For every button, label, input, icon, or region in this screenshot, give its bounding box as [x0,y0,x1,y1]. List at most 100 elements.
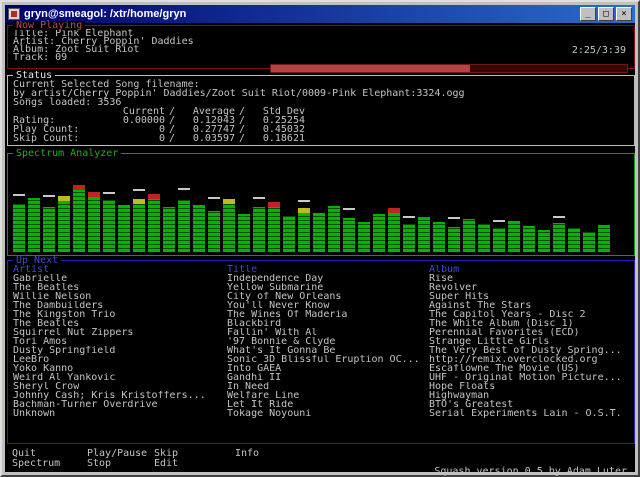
up-next-row[interactable]: Bachman-Turner OverdriveLet It RideBTO's… [8,400,634,409]
song-progress-bar[interactable] [270,64,628,73]
status-table-row: Rating:0.00000/0.12043/0.25254 [13,116,629,125]
spectrum-bar [43,195,55,252]
up-next-row[interactable]: The BeatlesYellow SubmarineRevolver [8,283,634,292]
spectrum-bar [253,197,265,252]
peak-marker [553,216,565,218]
artist-cell: Willie Nelson [13,292,227,301]
status-table-row: Play Count:0/0.27747/0.45032 [13,125,629,134]
up-next-row[interactable]: UnknownTokage NoyouniSerial Experiments … [8,409,634,418]
spectrum-bar [118,205,130,252]
spectrum-bar-fill [343,218,355,252]
now-playing-label: Now Playing [13,21,85,30]
artist-cell: The Kingston Trio [13,310,227,319]
spectrum-bar [148,194,160,252]
album-column-header: Album [429,265,629,274]
stat-column-header: Std Dev [249,107,305,116]
up-next-row[interactable]: Sheryl CrowIn NeedHope Floats [8,382,634,391]
album-cell: Highwayman [429,391,629,400]
up-next-row[interactable]: Yoko KannoInto GAEAEscaflowne The Movie … [8,364,634,373]
peak-marker [178,188,190,190]
spectrum-bar-fill [463,219,475,252]
menu-item-spectrum[interactable]: Spectrum [12,459,87,468]
spectrum-bar-fill [223,199,235,252]
up-next-row[interactable]: Dusty SpringfieldWhat's It Gonna BeThe V… [8,346,634,355]
spectrum-bar-cap [88,192,100,197]
up-next-row[interactable]: The DambuildersYou'll Never KnowAgainst … [8,301,634,310]
maximize-button[interactable]: □ [598,7,614,21]
up-next-row[interactable]: Tori Amos'97 Bonnie & ClydeStrange Littl… [8,337,634,346]
up-next-row[interactable]: The BeatlesBlackbirdThe White Album (Dis… [8,319,634,328]
peak-marker [298,200,310,202]
album-cell: The White Album (Disc 1) [429,319,629,328]
up-next-row[interactable]: Willie NelsonCity of New OrleansSuper Hi… [8,292,634,301]
up-next-row[interactable]: Johnny Cash; Kris Kristoffers...Welfare … [8,391,634,400]
spectrum-bar [313,213,325,252]
menu-item-skip[interactable]: Skip [154,449,235,458]
spectrum-bar [208,197,220,252]
window-titlebar[interactable]: gryn@smeagol: /xtr/home/gryn _ □ × [5,5,635,23]
spectrum-bar-cap [388,208,400,213]
up-next-row[interactable]: Squirrel Nut ZippersFallin' With AlPeren… [8,328,634,337]
album-cell: The Capitol Years - Disc 2 [429,310,629,319]
artist-column-header: Artist [13,265,227,274]
stat-row-label: Skip Count: [13,134,109,143]
up-next-row[interactable]: Weird Al YankovicGandhi IIUHF - Original… [8,373,634,382]
minimize-button[interactable]: _ [580,7,596,21]
version-text: Squash version 0.5 by Adam Luter [434,467,627,476]
up-next-list: Artist Title Album GabrielleIndependence… [8,261,634,418]
terminal-window: gryn@smeagol: /xtr/home/gryn _ □ × Now P… [0,0,640,477]
spectrum-bars [13,162,630,252]
now-playing-panel: Now Playing Title: Pink Elephant Artist:… [7,25,635,69]
artist-cell: Gabrielle [13,274,227,283]
spectrum-bar-fill [118,205,130,252]
track-field-value: 09 [55,52,67,63]
menu-item-edit[interactable]: Edit [154,459,235,468]
menu-item-stop[interactable]: Stop [87,459,154,468]
title-cell: Blackbird [227,319,429,328]
spectrum-bar-fill [403,224,415,252]
title-cell: City of New Orleans [227,292,429,301]
spectrum-bar-fill [178,200,190,252]
artist-cell: Weird Al Yankovic [13,373,227,382]
song-album-line: Album: Zoot Suit Riot [13,46,629,54]
artist-cell: LeeBro [13,355,227,364]
spectrum-bar [538,230,550,252]
title-cell: Let It Ride [227,400,429,409]
spectrum-bar-fill [598,225,610,252]
title-cell: Sonic 3D Blissful Eruption OC... [227,355,429,364]
terminal-screen: Now Playing Title: Pink Elephant Artist:… [5,23,635,472]
spectrum-bar-fill [193,205,205,252]
menu-item-info[interactable]: Info [235,449,259,458]
spectrum-bar-fill [373,214,385,252]
spectrum-bar-fill [163,207,175,252]
menu-row-1: QuitPlay/PauseSkipInfo [12,449,259,458]
song-progress-fill [271,65,470,72]
spectrum-bar [418,217,430,252]
spectrum-bar-fill [148,194,160,252]
up-next-row[interactable]: The Kingston TrioThe Wines Of MaderiaThe… [8,310,634,319]
spectrum-analyzer-panel: Spectrum Analyzer [7,153,635,256]
close-button[interactable]: × [616,7,632,21]
spectrum-bar-fill [73,185,85,252]
title-cell: Fallin' With Al [227,328,429,337]
artist-cell: Sheryl Crow [13,382,227,391]
spectrum-bar [583,232,595,252]
stat-value: 0.12043 [179,116,235,125]
menu-item-play-pause[interactable]: Play/Pause [87,449,154,458]
spectrum-bar [343,208,355,252]
peak-marker [448,217,460,219]
window-title: gryn@smeagol: /xtr/home/gryn [24,8,576,20]
peak-marker [43,195,55,197]
title-cell: In Need [227,382,429,391]
title-cell: Gandhi II [227,373,429,382]
peak-marker [133,189,145,191]
title-cell: Into GAEA [227,364,429,373]
stat-column-header: Average [179,107,235,116]
stat-value: 0.03597 [179,134,235,143]
up-next-row[interactable]: LeeBroSonic 3D Blissful Eruption OC...ht… [8,355,634,364]
spectrum-bar [193,205,205,252]
artist-cell: The Dambuilders [13,301,227,310]
menu-item-quit[interactable]: Quit [12,449,87,458]
up-next-row[interactable]: GabrielleIndependence DayRise [8,274,634,283]
spectrum-bar-cap [133,199,145,204]
